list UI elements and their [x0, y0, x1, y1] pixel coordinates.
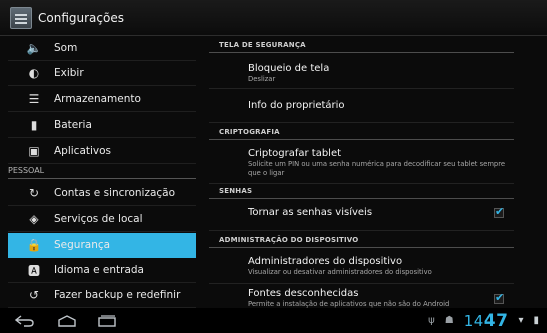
section-header-screen-security: TELA DE SEGURANÇA: [209, 36, 514, 53]
sidebar-item-label: Contas e sincronização: [54, 187, 176, 199]
home-icon[interactable]: [56, 308, 78, 333]
apps-icon: ▣: [28, 144, 40, 158]
status-area[interactable]: ψ ☗ 1447 ▾ ▮: [428, 308, 539, 333]
backup-icon: ↺: [28, 288, 40, 302]
screen-lock-title: Bloqueio de tela: [248, 63, 330, 74]
owner-info-title: Info do proprietário: [248, 100, 345, 111]
brightness-icon: ◐: [28, 66, 40, 80]
encrypt-tablet-subtitle: Solicite um PIN ou uma senha numérica pa…: [248, 160, 506, 177]
device-admins-title: Administradores do dispositivo: [248, 256, 403, 267]
sidebar-item-label: Segurança: [54, 239, 111, 251]
security-panel: TELA DE SEGURANÇA Bloqueio de tela Desli…: [209, 36, 539, 308]
sidebar-item-sound[interactable]: 🔈 Som: [8, 36, 196, 61]
sidebar-item-label: Exibir: [54, 67, 84, 79]
screen-lock-subtitle: Deslizar: [248, 75, 276, 83]
sidebar-item-language[interactable]: 🅰 Idioma e entrada: [8, 258, 196, 283]
sidebar-item-label: Idioma e entrada: [54, 264, 144, 276]
wifi-icon: ▾: [518, 315, 524, 326]
settings-content: 🔈 Som ◐ Exibir ☰ Armazenamento ▮ Bateria…: [0, 36, 547, 308]
clock: 1447: [464, 311, 509, 331]
sidebar-item-display[interactable]: ◐ Exibir: [8, 61, 196, 86]
sidebar-item-label: Serviços de local: [54, 213, 143, 225]
encrypt-tablet-title: Criptografar tablet: [248, 148, 342, 159]
section-header-crypto: CRIPTOGRAFIA: [209, 123, 514, 140]
show-passwords-checkbox[interactable]: [494, 205, 504, 218]
clock-minutes: 47: [483, 310, 509, 331]
device-admins-subtitle: Visualizar ou desativar administradores …: [248, 268, 432, 276]
unknown-sources-title: Fontes desconhecidas: [248, 288, 359, 299]
sidebar-item-label: Fazer backup e redefinir: [54, 289, 181, 301]
sidebar-item-location[interactable]: ◈ Serviços de local: [8, 207, 196, 232]
show-passwords-title: Tornar as senhas visíveis: [248, 207, 373, 218]
back-icon[interactable]: [14, 308, 36, 333]
clock-hours: 14: [463, 311, 484, 330]
sidebar-item-label: Armazenamento: [54, 93, 141, 105]
sidebar-item-apps[interactable]: ▣ Aplicativos: [8, 139, 196, 164]
sync-icon: ↻: [28, 186, 40, 200]
battery-status-icon: ▮: [533, 315, 539, 326]
recent-apps-icon[interactable]: [96, 308, 118, 333]
lock-icon: 🔒: [26, 238, 42, 252]
action-bar: Configurações: [0, 0, 547, 36]
sidebar-item-label: Bateria: [54, 119, 92, 131]
usb-icon: ψ: [428, 315, 435, 326]
screen-lock-row[interactable]: Bloqueio de tela Deslizar: [209, 55, 514, 89]
app-title: Configurações: [38, 10, 124, 25]
sidebar-section-header: PESSOAL: [8, 162, 196, 179]
battery-icon: ▮: [30, 118, 38, 132]
volume-icon: 🔈: [26, 41, 42, 55]
show-passwords-row[interactable]: Tornar as senhas visíveis: [209, 201, 514, 231]
sidebar-item-accounts[interactable]: ↻ Contas e sincronização: [8, 181, 196, 206]
sidebar-item-label: Som: [54, 42, 78, 54]
language-icon: 🅰: [27, 263, 40, 278]
sidebar-item-battery[interactable]: ▮ Bateria: [8, 113, 196, 138]
device-admins-row[interactable]: Administradores do dispositivo Visualiza…: [209, 250, 514, 284]
settings-app-icon[interactable]: [10, 6, 32, 29]
sidebar-item-backup[interactable]: ↺ Fazer backup e redefinir: [8, 283, 196, 308]
sidebar-item-label: Aplicativos: [54, 145, 112, 157]
location-icon: ◈: [29, 212, 39, 226]
section-header-device-admin: ADMINISTRAÇÃO DO DISPOSITIVO: [209, 231, 514, 248]
storage-icon: ☰: [28, 92, 40, 106]
unknown-sources-checkbox[interactable]: [494, 291, 504, 304]
unknown-sources-row[interactable]: Fontes desconhecidas Permite a instalaçã…: [209, 284, 514, 308]
sidebar-item-storage[interactable]: ☰ Armazenamento: [8, 87, 196, 112]
encrypt-tablet-row[interactable]: Criptografar tablet Solicite um PIN ou u…: [209, 142, 514, 184]
system-navigation-bar: ψ ☗ 1447 ▾ ▮: [0, 308, 547, 333]
sidebar: 🔈 Som ◐ Exibir ☰ Armazenamento ▮ Bateria…: [0, 36, 196, 308]
android-debug-icon: ☗: [444, 315, 454, 326]
section-header-passwords: SENHAS: [209, 182, 514, 199]
sidebar-item-security[interactable]: 🔒 Segurança: [8, 233, 196, 258]
owner-info-row[interactable]: Info do proprietário: [209, 89, 514, 123]
